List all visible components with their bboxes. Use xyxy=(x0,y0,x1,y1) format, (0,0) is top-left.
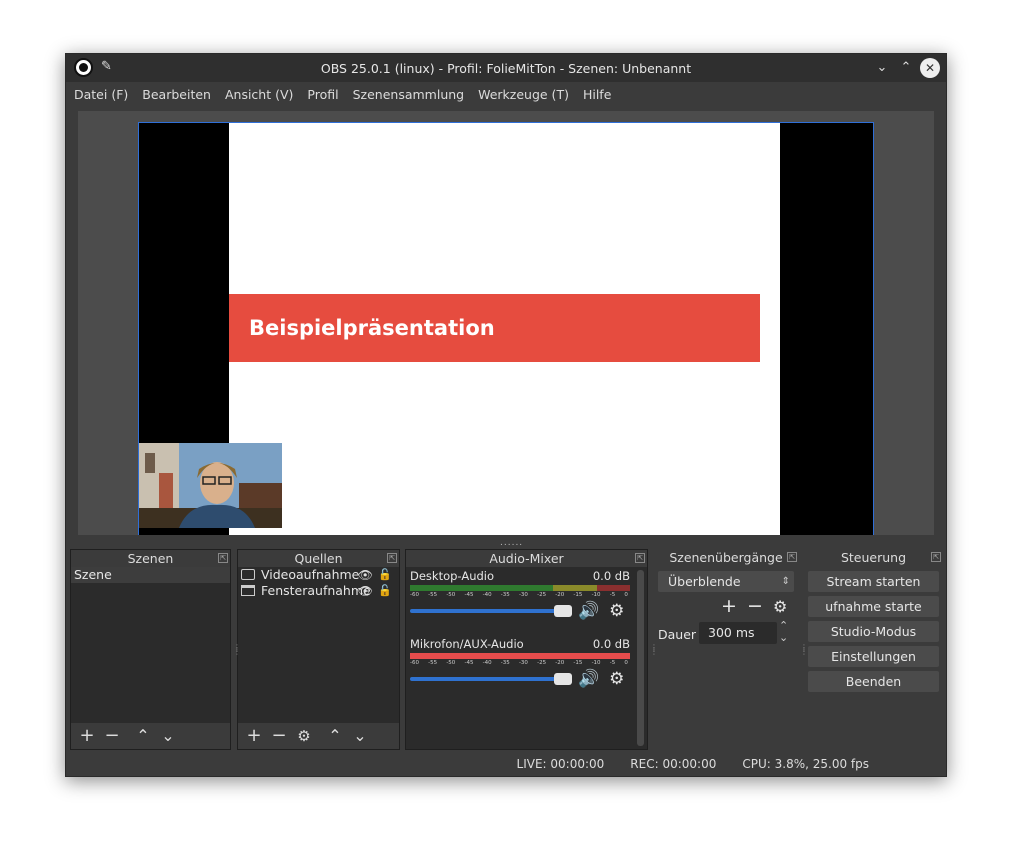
channel-level: 0.0 dB xyxy=(592,637,630,651)
source-properties-gear-icon[interactable]: ⚙ xyxy=(292,725,316,747)
dock-resize-handle[interactable]: ⋮ ⋮ xyxy=(233,644,241,656)
controls-dock: Steuerung ⇱ Stream starten ufnahme start… xyxy=(804,549,943,750)
mixer-channel-mic: Mikrofon/AUX-Audio 0.0 dB -60 -55 -50 -45 -4… xyxy=(406,637,634,703)
visibility-eye-icon[interactable]: 👁 xyxy=(358,567,373,583)
select-arrows-icon: ⇕ xyxy=(781,576,790,587)
meter-scale: -60 -55 -50 -45 -40 -35 -30 -25 -20 -15 -10 -5 0 xyxy=(410,592,628,598)
add-source-button[interactable]: + xyxy=(242,725,266,747)
duration-input[interactable]: 300 ms xyxy=(699,622,777,644)
channel-settings-gear-icon[interactable]: ⚙ xyxy=(609,601,624,621)
undock-icon[interactable]: ⇱ xyxy=(387,553,397,563)
slide-title-banner: Beispielpräsentation xyxy=(229,294,760,362)
move-source-up-button[interactable]: ⌃ xyxy=(323,725,347,747)
transition-select[interactable]: Überblende ⇕ xyxy=(658,571,794,592)
window-icon xyxy=(241,585,255,596)
channel-name: Desktop-Audio xyxy=(410,569,495,583)
preview-area[interactable]: Beispielpräsentation xyxy=(78,111,934,535)
transition-properties-gear-icon[interactable]: ⚙ xyxy=(773,597,787,616)
move-scene-up-button[interactable]: ⌃ xyxy=(131,725,155,747)
add-transition-button[interactable]: + xyxy=(721,595,737,617)
speaker-icon[interactable]: 🔊 xyxy=(578,601,599,621)
mixer-dock-title: Audio-Mixer ⇱ xyxy=(406,550,647,567)
scenes-dock-title: Szenen ⇱ xyxy=(71,550,230,567)
volume-slider-handle[interactable] xyxy=(554,673,572,685)
window-title: OBS 25.0.1 (linux) - Profil: FolieMitTon… xyxy=(320,60,692,76)
preview-canvas[interactable]: Beispielpräsentation xyxy=(138,122,874,535)
minimize-button[interactable]: ⌄ xyxy=(872,58,892,78)
transitions-dock: Szenenübergänge ⇱ Überblende ⇕ + − ⚙ Dau… xyxy=(653,549,799,750)
dock-splitter-handle[interactable]: ...... xyxy=(500,538,523,548)
menu-datei[interactable]: Datei (F) xyxy=(74,87,128,102)
visibility-eye-icon[interactable]: 👁 xyxy=(358,583,373,599)
start-stream-button[interactable]: Stream starten xyxy=(808,571,939,592)
audio-mixer-dock: Audio-Mixer ⇱ Desktop-Audio 0.0 dB -60 -5… xyxy=(405,549,648,750)
channel-level: 0.0 dB xyxy=(592,569,630,583)
maximize-button[interactable]: ⌃ xyxy=(896,58,916,78)
rec-timer: REC: 00:00:00 xyxy=(630,757,717,771)
controls-dock-title: Steuerung ⇱ xyxy=(804,549,943,566)
pin-icon[interactable]: ✎ xyxy=(101,59,112,74)
title-bar: ✎ OBS 25.0.1 (linux) - Profil: FolieMitT… xyxy=(66,54,946,82)
scenes-dock: Szenen ⇱ Szene + − ⌃ ⌄ xyxy=(70,549,231,750)
start-recording-button[interactable]: ufnahme starte xyxy=(808,596,939,617)
undock-icon[interactable]: ⇱ xyxy=(931,552,941,562)
source-item[interactable]: Fensteraufnahme 👁 🔓 xyxy=(238,583,399,599)
menu-werkzeuge[interactable]: Werkzeuge (T) xyxy=(478,87,569,102)
source-item[interactable]: Videoaufnahme 👁 🔓 xyxy=(238,567,399,583)
close-button[interactable]: ✕ xyxy=(920,58,940,78)
add-scene-button[interactable]: + xyxy=(75,725,99,747)
menu-profil[interactable]: Profil xyxy=(307,87,338,102)
volume-slider-handle[interactable] xyxy=(554,605,572,617)
menu-bar: Datei (F) Bearbeiten Ansicht (V) Profil … xyxy=(66,82,946,106)
menu-bearbeiten[interactable]: Bearbeiten xyxy=(142,87,211,102)
cpu-fps-readout: CPU: 3.8%, 25.00 fps xyxy=(742,757,869,771)
camera-icon xyxy=(241,569,255,580)
sources-dock: Quellen ⇱ Videoaufnahme 👁 🔓 Fensteraufna… xyxy=(237,549,400,750)
volume-meter xyxy=(410,653,630,659)
settings-button[interactable]: Einstellungen xyxy=(808,646,939,667)
obs-logo-icon xyxy=(74,58,93,77)
duration-label: Dauer xyxy=(658,627,697,642)
slide-window-capture: Beispielpräsentation xyxy=(229,123,780,535)
undock-icon[interactable]: ⇱ xyxy=(218,553,228,563)
menu-ansicht[interactable]: Ansicht (V) xyxy=(225,87,293,102)
exit-button[interactable]: Beenden xyxy=(808,671,939,692)
duration-stepper[interactable]: ⌃ ⌄ xyxy=(779,620,788,644)
sources-dock-title: Quellen ⇱ xyxy=(238,550,399,567)
volume-slider[interactable] xyxy=(410,673,572,685)
webcam-video-capture xyxy=(139,443,282,528)
status-bar: LIVE: 00:00:00 REC: 00:00:00 CPU: 3.8%, … xyxy=(66,752,946,776)
undock-icon[interactable]: ⇱ xyxy=(787,552,797,562)
sources-toolbar: + − ⚙ ⌃ ⌄ xyxy=(238,723,399,749)
studio-mode-button[interactable]: Studio-Modus xyxy=(808,621,939,642)
move-source-down-button[interactable]: ⌄ xyxy=(348,725,372,747)
mixer-scrollbar[interactable] xyxy=(637,570,644,746)
channel-settings-gear-icon[interactable]: ⚙ xyxy=(609,669,624,689)
dock-resize-handle[interactable]: ⋮ ⋮ xyxy=(650,644,658,656)
remove-scene-button[interactable]: − xyxy=(100,725,124,747)
remove-source-button[interactable]: − xyxy=(267,725,291,747)
volume-meter xyxy=(410,585,630,591)
lock-icon[interactable]: 🔓 xyxy=(378,583,392,599)
lock-icon[interactable]: 🔓 xyxy=(378,567,392,583)
volume-slider[interactable] xyxy=(410,605,572,617)
scenes-toolbar: + − ⌃ ⌄ xyxy=(71,723,230,749)
mixer-channel-desktop: Desktop-Audio 0.0 dB -60 -55 -50 -45 -40 -35-… xyxy=(406,569,634,635)
remove-transition-button[interactable]: − xyxy=(747,595,763,617)
speaker-icon[interactable]: 🔊 xyxy=(578,669,599,689)
dock-resize-handle[interactable]: ⋮ ⋮ xyxy=(800,644,808,656)
slide-title: Beispielpräsentation xyxy=(249,316,495,340)
move-scene-down-button[interactable]: ⌄ xyxy=(156,725,180,747)
live-timer: LIVE: 00:00:00 xyxy=(516,757,605,771)
obs-window: ✎ OBS 25.0.1 (linux) - Profil: FolieMitT… xyxy=(65,53,947,777)
meter-scale: -60 -55 -50 -45 -40 -35 -30 -25 -20 -15 -10 -5 0 xyxy=(410,660,628,666)
menu-szenensammlung[interactable]: Szenensammlung xyxy=(353,87,465,102)
menu-hilfe[interactable]: Hilfe xyxy=(583,87,611,102)
channel-name: Mikrofon/AUX-Audio xyxy=(410,637,524,651)
transitions-dock-title: Szenenübergänge ⇱ xyxy=(653,549,799,566)
undock-icon[interactable]: ⇱ xyxy=(635,553,645,563)
scene-item[interactable]: Szene xyxy=(71,567,230,583)
